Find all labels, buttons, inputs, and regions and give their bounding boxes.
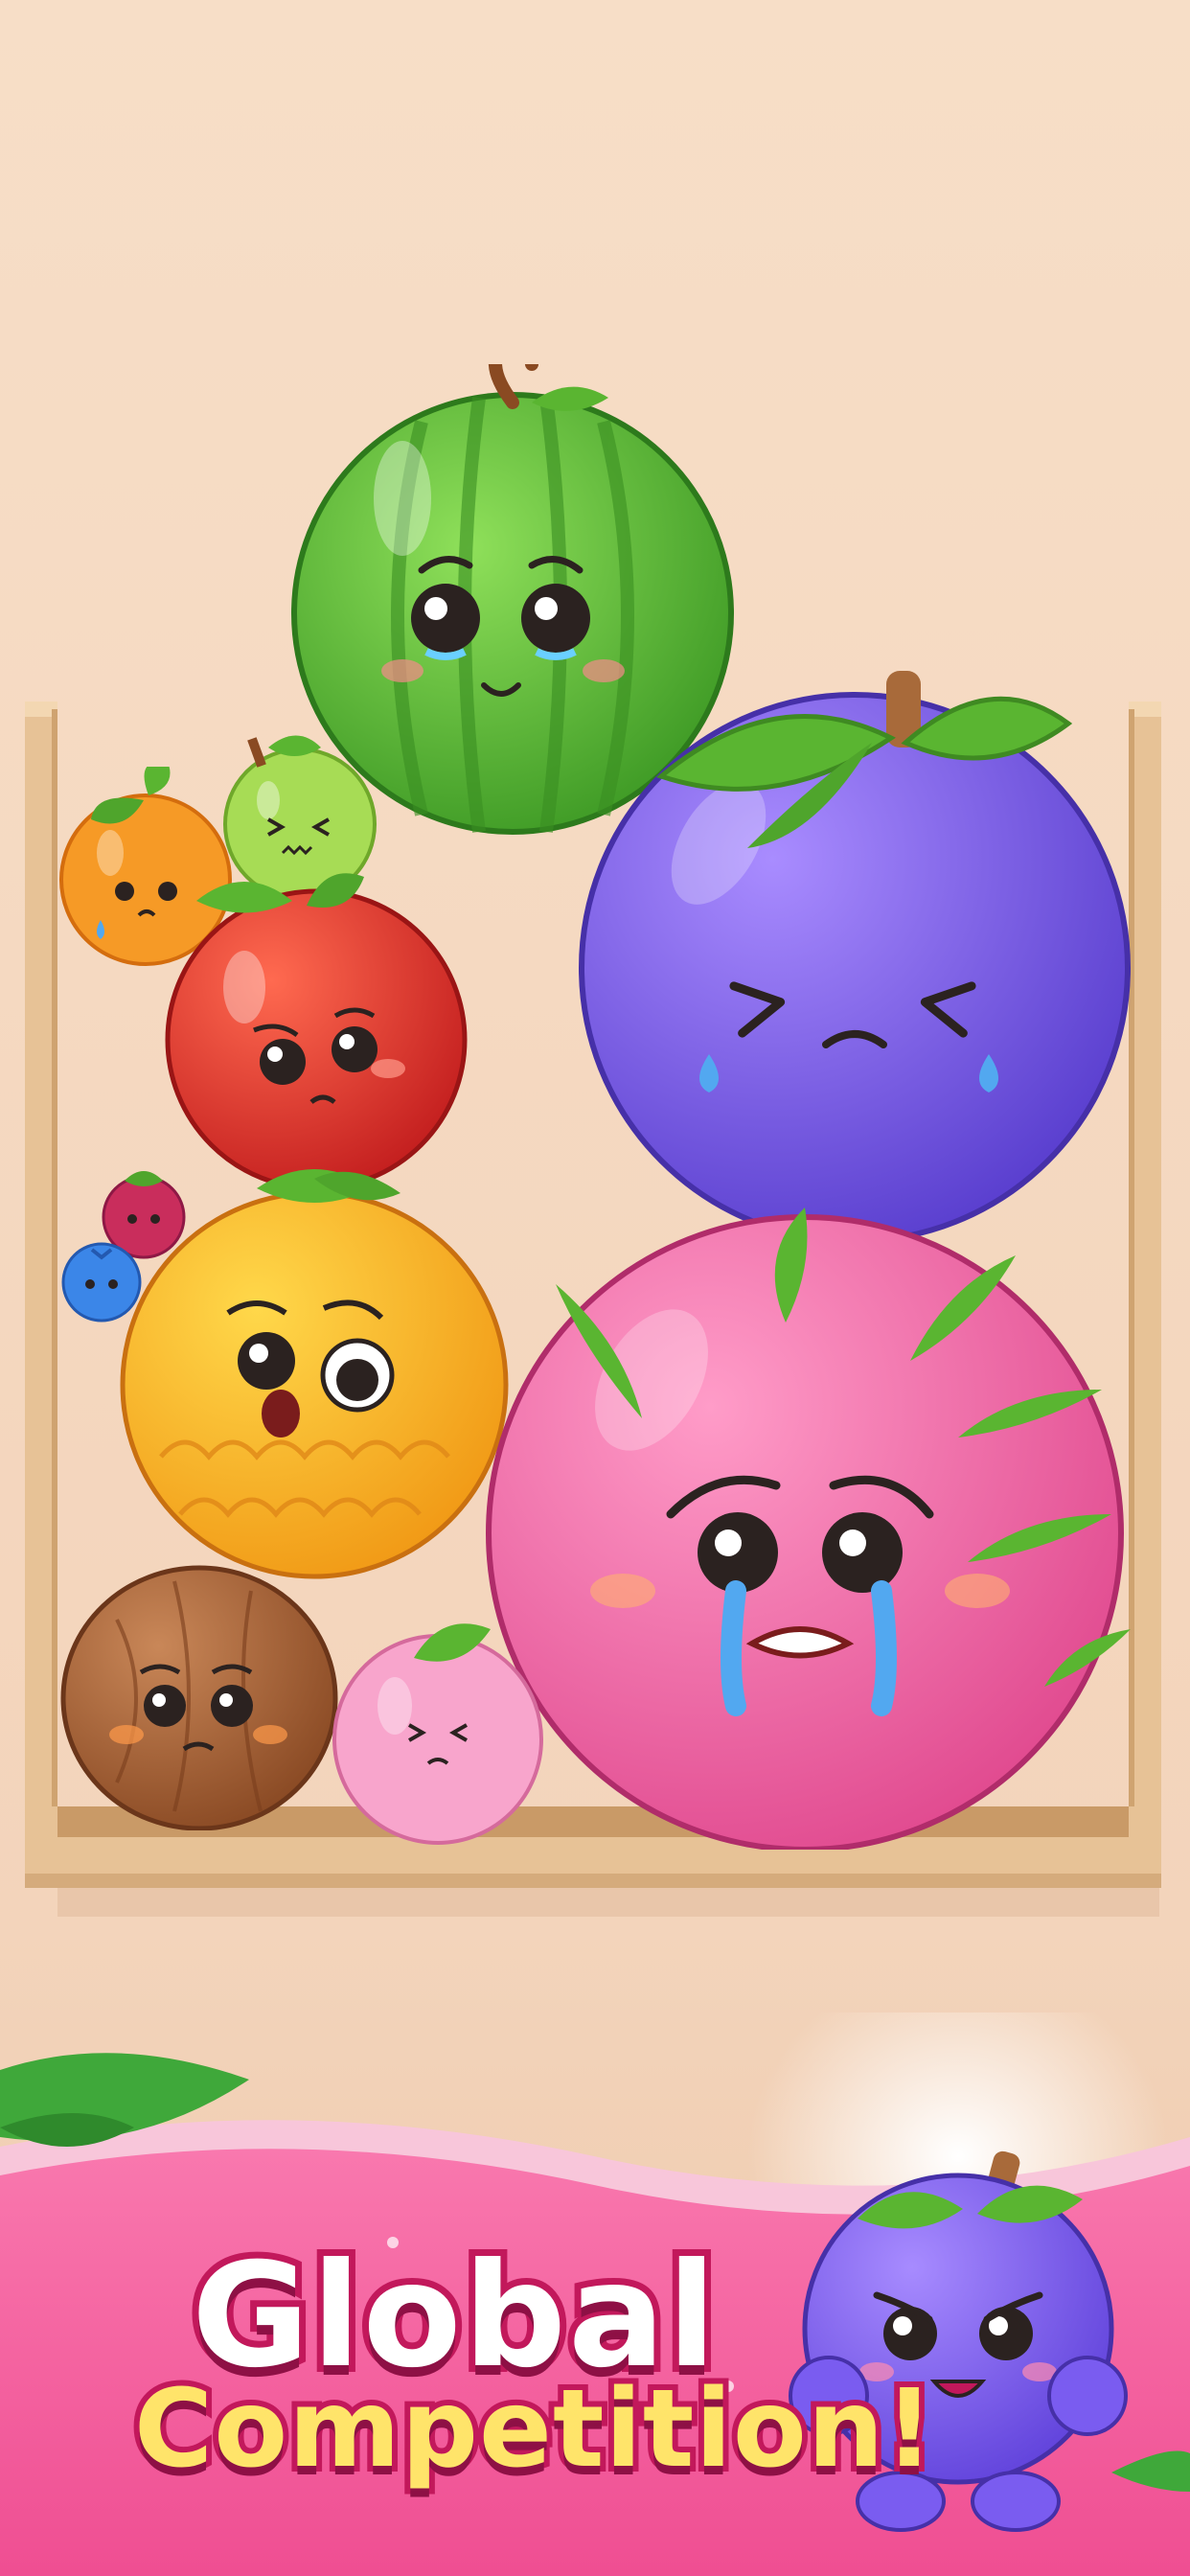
headline-line2: Competition!: [128, 2361, 940, 2497]
mangosteen-fruit: [579, 671, 1131, 1244]
dragon-fruit: [486, 1208, 1131, 1850]
coconut-fruit: [60, 1565, 338, 1830]
apple-fruit: [165, 873, 468, 1188]
pineapple-fruit: [120, 1169, 509, 1579]
peach-fruit: [332, 1623, 543, 1845]
